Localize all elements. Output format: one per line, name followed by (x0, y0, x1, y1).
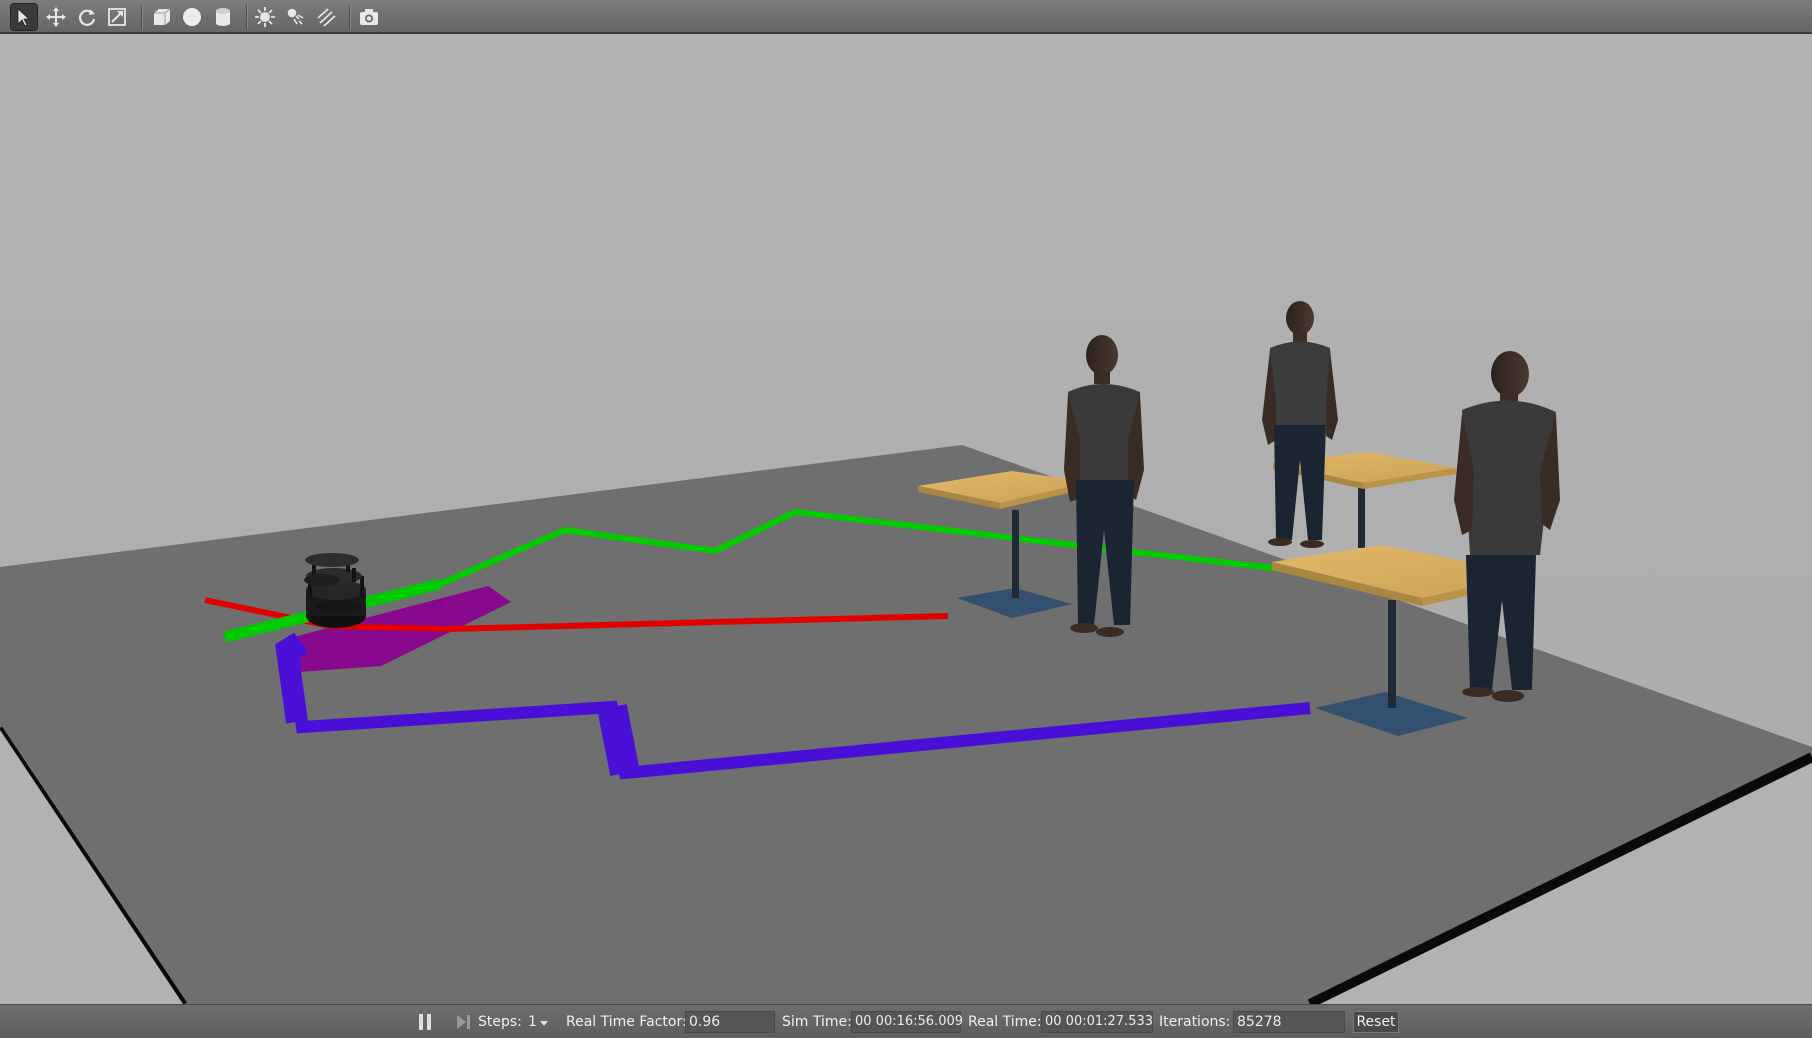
chevron-down-icon (540, 1021, 548, 1026)
real-time-label: Real Time: (968, 1014, 1042, 1030)
sphere-shape-icon[interactable] (178, 3, 206, 31)
directional-light-icon[interactable] (312, 3, 340, 31)
box-shape-icon[interactable] (148, 3, 176, 31)
spot-light-icon[interactable] (282, 3, 310, 31)
rotate-mode-icon[interactable] (73, 3, 101, 31)
sim-time-label: Sim Time: (782, 1014, 852, 1030)
real-time-factor-label: Real Time Factor: (566, 1014, 687, 1030)
pause-button[interactable] (416, 1013, 434, 1031)
point-light-icon[interactable] (251, 3, 279, 31)
reset-button[interactable]: Reset (1353, 1011, 1399, 1033)
cylinder-shape-icon[interactable] (209, 3, 237, 31)
real-time-value: 00 00:01:27.533 (1041, 1011, 1153, 1033)
toolbar-separator (141, 5, 142, 29)
global-path-blue-segment (597, 704, 640, 776)
screenshot-icon[interactable] (355, 3, 383, 31)
scene-viewport[interactable] (0, 34, 1812, 1009)
steps-value: 1 (528, 1014, 537, 1030)
steps-label: Steps: (478, 1014, 522, 1030)
scale-mode-icon[interactable] (103, 3, 131, 31)
pause-icon (419, 1014, 423, 1030)
toolbar (0, 0, 1812, 34)
iterations-label: Iterations: (1159, 1014, 1231, 1030)
step-icon (457, 1015, 470, 1029)
select-mode-icon[interactable] (10, 3, 38, 31)
status-bar: Steps: 1 Real Time Factor: 0.96 Sim Time… (0, 1004, 1812, 1038)
sim-time-value: 00 00:16:56.009 (851, 1011, 963, 1033)
step-button[interactable] (454, 1013, 472, 1031)
toolbar-separator (349, 5, 350, 29)
pause-icon-bar (427, 1014, 431, 1030)
translate-mode-icon[interactable] (42, 3, 70, 31)
real-time-factor-value: 0.96 (685, 1011, 775, 1033)
iterations-value: 85278 (1233, 1011, 1345, 1033)
global-path-blue-start (275, 632, 308, 724)
steps-spinner[interactable]: 1 (526, 1011, 550, 1033)
toolbar-separator (246, 5, 247, 29)
